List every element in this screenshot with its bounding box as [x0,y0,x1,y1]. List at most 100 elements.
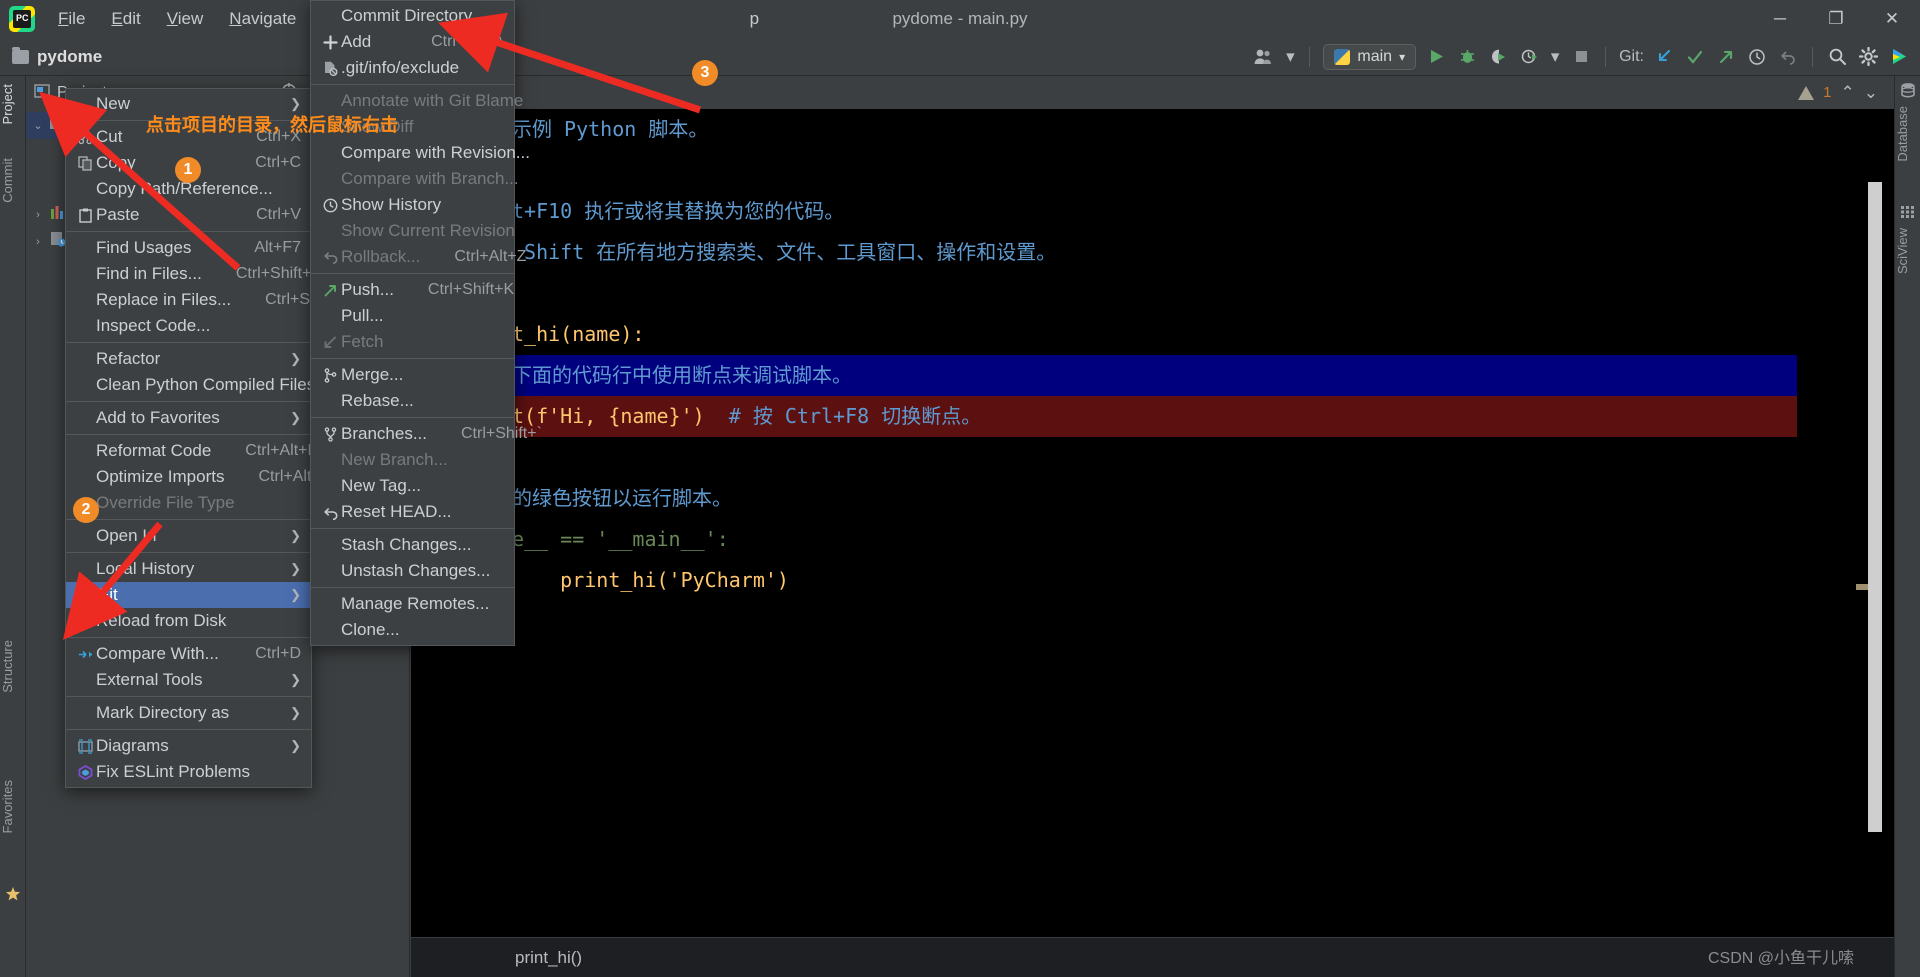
context-menu-item-find-usages[interactable]: Find Usages Alt+F7 [66,235,311,261]
next-problem-icon[interactable]: ⌄ [1864,83,1878,103]
navigation-bar: pydome ▾ main ▾ ▾ Git: [0,38,1920,76]
context-menu-item-reload-from-disk[interactable]: Reload from Disk [66,608,311,634]
git-menu-item-push[interactable]: Push... Ctrl+Shift+K [311,277,514,303]
context-menu-item-open-in[interactable]: Open In ❯ [66,523,311,549]
git-history-icon[interactable] [1746,46,1768,68]
run-with-coverage-button[interactable] [1487,46,1509,68]
tool-window-sciview[interactable]: SciView [1895,224,1920,278]
menu-separator [311,358,514,359]
menu-navigate[interactable]: Navigate [216,5,309,33]
context-menu-item-clean-python-compiled-files[interactable]: Clean Python Compiled Files [66,372,315,398]
menu-help[interactable]: p [737,5,772,33]
git-menu-item-manage-remotes[interactable]: Manage Remotes... [311,591,514,617]
run-configuration-selector[interactable]: main ▾ [1323,43,1417,70]
git-menu-item-compare-with-revision[interactable]: Compare with Revision... [311,140,530,166]
context-menu-item-fix-eslint-problems[interactable]: Fix ESLint Problems [66,759,311,785]
profile-dropdown-icon[interactable]: ▾ [1549,46,1561,68]
tool-window-structure[interactable]: Structure [0,636,26,697]
git-menu-item-reset-head[interactable]: Reset HEAD... [311,499,514,525]
tool-window-commit[interactable]: Commit [0,154,26,207]
menu-item-label: Add [341,32,372,51]
git-menu-item-new-tag[interactable]: New Tag... [311,473,514,499]
git-submenu[interactable]: Commit Directory... Add Ctrl+Alt+A .git/inf… [310,0,542,646]
context-menu-item-diagrams[interactable]: Diagrams ❯ [66,733,311,759]
menu-item-shortcut: Ctrl+V [256,206,301,223]
profile-button[interactable] [1518,46,1540,68]
menu-view[interactable]: View [154,5,217,33]
menu-item-label: Paste [96,205,140,224]
push-icon [319,283,341,298]
context-menu-item-refactor[interactable]: Refactor ❯ [66,346,311,372]
git-push-icon[interactable] [1715,46,1737,68]
window-controls[interactable]: ─ ❐ ✕ [1752,0,1920,38]
project-context-menu[interactable]: New ❯ Cut Ctrl+X Copy Ctrl+C Copy Path/Referen… [65,88,352,788]
context-menu-item-reformat-code[interactable]: Reformat Code Ctrl+Alt+L [66,438,316,464]
git-menu-item-show-history[interactable]: Show History [311,192,514,218]
context-menu-item-git[interactable]: Git ❯ [66,582,311,608]
context-menu-item-external-tools[interactable]: External Tools ❯ [66,667,311,693]
menu-edit[interactable]: Edit [98,5,153,33]
git-menu-item-add[interactable]: Add Ctrl+Alt+A [311,29,514,55]
git-menu-item-rebase[interactable]: Rebase... [311,388,514,414]
favorites-star-icon[interactable] [5,886,21,907]
database-icon[interactable] [1900,82,1916,103]
context-menu-item-find-in-files[interactable]: Find in Files... Ctrl+Shift+F [66,261,321,287]
git-menu-item-stash-changes[interactable]: Stash Changes... [311,532,514,558]
toolbar-divider-2 [1605,46,1607,67]
context-menu-item-mark-directory-as[interactable]: Mark Directory as ❯ [66,700,311,726]
chevron-down-icon[interactable]: ⌄ [32,119,44,132]
context-menu-item-optimize-imports[interactable]: Optimize Imports Ctrl+Alt+O [66,464,333,490]
chevron-right-icon-2[interactable]: › [32,236,44,248]
breadcrumb[interactable]: pydome [12,46,102,67]
git-menu-item-commit-directory[interactable]: Commit Directory... [311,3,514,29]
run-button[interactable] [1425,46,1447,68]
menu-item-label: Reset HEAD... [341,502,452,521]
close-button[interactable]: ✕ [1864,0,1920,38]
inspection-widget[interactable]: 1 ⌃ ⌄ [1798,83,1894,103]
sciview-icon[interactable] [1900,204,1916,225]
code-lines[interactable]: 示例 Python 脚本。 t+F10 执行或将其替换为您的代码。 Shift … [512,109,1812,683]
context-menu-item-paste[interactable]: Paste Ctrl+V [66,202,311,228]
context-menu-item-inspect-code[interactable]: Inspect Code... [66,313,311,339]
breadcrumb-project[interactable]: pydome [37,47,102,67]
menu-file[interactable]: FFileile [45,5,98,33]
context-menu-item-replace-in-files[interactable]: Replace in Files... Ctrl+Shift+R [66,287,352,313]
search-icon[interactable] [1826,46,1848,68]
ai-assistant-icon[interactable] [1888,46,1910,68]
tool-window-project[interactable]: Project [0,80,26,128]
git-menu-item-git-info-exclude[interactable]: .git/info/exclude [311,55,514,81]
menu-item-label: Copy Path/Reference... [96,179,273,198]
error-stripe-marker-warning[interactable] [1856,584,1868,590]
context-menu-item-add-to-favorites[interactable]: Add to Favorites ❯ [66,405,311,431]
git-menu-item-clone[interactable]: Clone... [311,617,514,643]
context-menu-item-compare-with[interactable]: Compare With... Ctrl+D [66,641,311,667]
user-avatar-icon[interactable] [1253,46,1275,68]
git-menu-item-branches[interactable]: Branches... Ctrl+Shift+` [311,421,542,447]
minimize-button[interactable]: ─ [1752,0,1808,38]
gear-icon[interactable] [1857,46,1879,68]
context-menu-item-local-history[interactable]: Local History ❯ [66,556,311,582]
debug-button[interactable] [1456,46,1478,68]
menu-item-label: Optimize Imports [96,467,225,486]
chevron-right-icon[interactable]: › [32,209,44,221]
user-dropdown-icon[interactable]: ▾ [1284,46,1296,68]
stop-button[interactable] [1570,46,1592,68]
prev-problem-icon[interactable]: ⌃ [1841,83,1855,103]
maximize-button[interactable]: ❐ [1808,0,1864,38]
git-menu-item-pull[interactable]: Pull... [311,303,514,329]
menu-item-label: Override File Type [96,493,235,512]
chevron-right-icon: ❯ [290,672,301,687]
merge-icon [319,367,341,383]
code-editor[interactable]: 14 15 16 示例 Python 脚本。 t+F10 执行或将其替换为您的代… [411,109,1894,943]
git-commit-icon[interactable] [1684,46,1706,68]
reset-icon [319,505,341,520]
chevron-right-icon: ❯ [290,561,301,576]
git-menu-item-unstash-changes[interactable]: Unstash Changes... [311,558,514,584]
tool-window-database[interactable]: Database [1895,102,1920,166]
git-menu-item-merge[interactable]: Merge... [311,362,514,388]
editor-scrollbar-thumb[interactable] [1868,182,1882,832]
git-update-icon[interactable] [1653,46,1675,68]
tool-window-favorites[interactable]: Favorites [0,776,26,837]
menu-item-label: Merge... [341,365,404,384]
